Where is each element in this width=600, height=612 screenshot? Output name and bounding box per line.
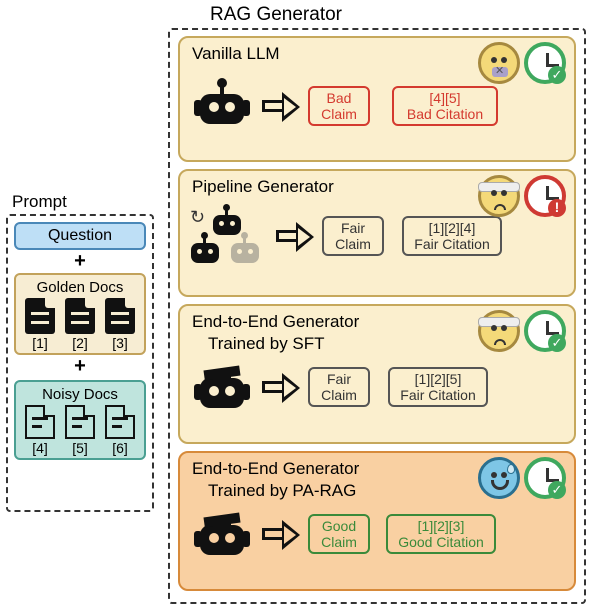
- arrow-icon: [258, 373, 302, 401]
- doc-icon: [65, 298, 95, 334]
- sick-face-icon: [478, 310, 520, 352]
- doc-id: [4]: [32, 440, 48, 456]
- card-icons: !: [478, 175, 566, 217]
- doc-id: [6]: [112, 440, 128, 456]
- doc-icon: [25, 298, 55, 334]
- claim-output: Bad Claim: [308, 86, 370, 126]
- clock-check-icon: ✓: [524, 42, 566, 84]
- diagram-canvas: Prompt Question + Golden Docs [1] [2] [3…: [0, 0, 600, 612]
- card-vanilla-llm: Vanilla LLM ✓ Bad Claim [4][5]Bad Citati…: [178, 36, 576, 162]
- happy-face-icon: [478, 457, 520, 499]
- arrow-icon: [272, 222, 316, 250]
- citation-output: [1][2][5]Fair Citation: [388, 367, 488, 407]
- graduate-robot-icon: [192, 364, 252, 416]
- pipeline-robots-icon: ↻: [188, 207, 266, 265]
- card-icons: ✓: [478, 457, 566, 499]
- card-e2e-sft: End-to-End Generator Trained by SFT ✓ Fa…: [178, 304, 576, 444]
- graduate-robot-icon: [192, 511, 252, 563]
- plus-2: +: [14, 355, 146, 378]
- clock-check-icon: ✓: [524, 457, 566, 499]
- plus-1: +: [14, 250, 146, 273]
- card-e2e-parag: End-to-End Generator Trained by PA-RAG ✓…: [178, 451, 576, 591]
- arrow-icon: [258, 92, 302, 120]
- doc-icon: [65, 405, 95, 439]
- doc-id: [5]: [72, 440, 88, 456]
- rag-generator-label: RAG Generator: [210, 4, 342, 26]
- doc-id: [1]: [32, 335, 48, 351]
- claim-output: Fair Claim: [322, 216, 384, 256]
- doc-id: [2]: [72, 335, 88, 351]
- doc-id: [3]: [112, 335, 128, 351]
- claim-output: Good Claim: [308, 514, 370, 554]
- golden-title: Golden Docs: [20, 279, 140, 296]
- prompt-label: Prompt: [12, 192, 67, 212]
- arrow-icon: [258, 520, 302, 548]
- citation-output: [1][2][3]Good Citation: [386, 514, 496, 554]
- claim-output: Fair Claim: [308, 367, 370, 407]
- clock-alert-icon: !: [524, 175, 566, 217]
- citation-output: [1][2][4]Fair Citation: [402, 216, 502, 256]
- citation-output: [4][5]Bad Citation: [392, 86, 498, 126]
- doc-icon: [105, 298, 135, 334]
- noisy-title: Noisy Docs: [20, 386, 140, 403]
- rag-generator-box: Vanilla LLM ✓ Bad Claim [4][5]Bad Citati…: [168, 28, 586, 604]
- doc-icon: [25, 405, 55, 439]
- card-pipeline-generator: Pipeline Generator ! ↻ Fair Claim [1: [178, 169, 576, 297]
- prompt-box: Question + Golden Docs [1] [2] [3] + Noi…: [6, 214, 154, 512]
- question-box: Question: [14, 222, 146, 250]
- card-icons: ✓: [478, 310, 566, 352]
- clock-check-icon: ✓: [524, 310, 566, 352]
- mute-face-icon: [478, 42, 520, 84]
- doc-icon: [105, 405, 135, 439]
- card-icons: ✓: [478, 42, 566, 84]
- robot-icon: [192, 80, 252, 132]
- golden-docs-box: Golden Docs [1] [2] [3]: [14, 273, 146, 355]
- sick-face-icon: [478, 175, 520, 217]
- noisy-docs-box: Noisy Docs [4] [5] [6]: [14, 380, 146, 460]
